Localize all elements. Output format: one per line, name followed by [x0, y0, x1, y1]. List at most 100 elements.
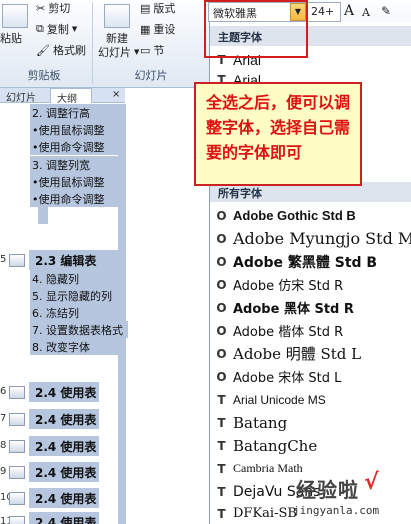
tab-slides[interactable]: 幻灯片 [0, 88, 42, 104]
font-option-label: Arial Unicode MS [233, 392, 326, 407]
opentype-icon: O [216, 231, 227, 246]
new-slide-label-2: 幻灯片 [98, 46, 131, 59]
slide-title[interactable]: 2.4 使用表 [29, 488, 99, 508]
outline-line[interactable]: •使用鼠标调整 [30, 173, 122, 190]
outline-line[interactable]: •使用命令调整 [30, 190, 122, 207]
section-icon: ▭ [140, 43, 151, 57]
slide-title[interactable]: 2.4 使用表 [29, 512, 99, 524]
outline-line[interactable]: 2. 调整行高 [30, 104, 122, 121]
font-name-dropdown-arrow[interactable]: ▼ [290, 3, 306, 21]
font-option-label: Adobe 仿宋 Std R [233, 279, 344, 294]
slide-icon[interactable] [9, 516, 25, 524]
section-button[interactable]: ▭ 节 [140, 42, 164, 58]
layout-button[interactable]: ▤ 版式 [140, 0, 175, 16]
chevron-down-icon: ▼ [134, 48, 140, 56]
grow-font-icon: A [344, 3, 355, 19]
slide-title[interactable]: 2.3 编辑表 [29, 250, 119, 270]
outline-pane[interactable]: 2. 调整行高 •使用鼠标调整 •使用命令调整 3. 调整列宽 •使用鼠标调整 … [0, 104, 209, 524]
slide-icon[interactable] [9, 413, 25, 426]
outline-line[interactable]: 4. 隐藏列 [30, 270, 122, 287]
callout-text: 全选之后，便可以调整字体，选择自己需要的字体即可 [206, 93, 351, 162]
outline-line[interactable]: 5. 显示隐藏的列 [30, 287, 122, 304]
font-option[interactable]: O Adobe 仿宋 Std R [214, 273, 411, 296]
font-option[interactable]: O Adobe 黑体 Std R [214, 296, 411, 319]
format-painter-button[interactable]: 🖌 格式刷 [36, 42, 86, 58]
divider [92, 2, 93, 84]
slide-title[interactable]: 2.4 使用表 [29, 436, 99, 456]
grow-font-button[interactable]: A [344, 3, 354, 19]
outline-line[interactable]: 3. 调整列宽 [30, 156, 122, 173]
truetype-icon: T [217, 415, 226, 430]
font-option-label: Adobe 明體 Std L [233, 345, 362, 363]
powerpoint-window: 粘贴 ✂ 剪切 ⧉ 复制 ▼ 🖌 格式刷 剪贴板 新建 幻灯片 ▼ ▤ 版式 ▦ … [0, 0, 411, 524]
paste-icon[interactable] [2, 4, 28, 28]
checkmark-icon: √ [364, 470, 379, 495]
font-name-value: 微软雅黑 [213, 7, 257, 20]
font-option-label: Adobe 楷体 Std R [233, 325, 344, 340]
opentype-icon: O [216, 323, 227, 338]
outline-line[interactable]: 7. 设置数据表格式 [30, 321, 128, 338]
slide-icon[interactable] [9, 254, 25, 267]
font-option[interactable]: O Adobe 明體 Std L [214, 342, 411, 365]
copy-label: 复制 [46, 23, 69, 36]
slide-icon[interactable] [9, 466, 25, 479]
font-option[interactable]: O Adobe 楷体 Std R [214, 319, 411, 342]
tab-outline[interactable]: 大纲 [50, 88, 92, 105]
font-size-value: 24+ [311, 5, 335, 18]
opentype-icon: O [216, 300, 227, 315]
shrink-font-button[interactable]: A [362, 6, 370, 19]
font-option-label: Arial [233, 51, 262, 68]
slide-number: 11 [0, 516, 13, 524]
opentype-icon: O [216, 254, 227, 269]
font-option-label: Adobe 繁黑體 Std B [233, 254, 378, 271]
section-label: 节 [153, 44, 165, 57]
font-option-label: Adobe 宋体 Std L [233, 371, 342, 386]
slide-title[interactable]: 2.4 使用表 [29, 462, 99, 482]
close-icon[interactable]: × [112, 89, 120, 100]
font-option[interactable]: T Arial Unicode MS [214, 388, 411, 411]
shrink-font-icon: A [362, 6, 370, 19]
opentype-icon: O [216, 369, 227, 384]
slide-number: 7 [0, 413, 7, 424]
new-slide-button-line2[interactable]: 幻灯片 ▼ [98, 44, 139, 60]
truetype-icon: T [217, 392, 226, 407]
slide-number: 8 [0, 440, 7, 451]
slide-number: 10 [0, 492, 13, 503]
cut-label: 剪切 [48, 2, 71, 15]
slides-group-label: 幻灯片 [134, 69, 168, 82]
font-option-label: Adobe Gothic Std B [233, 208, 356, 223]
copy-button[interactable]: ⧉ 复制 ▼ [36, 21, 77, 37]
instruction-callout: 全选之后，便可以调整字体，选择自己需要的字体即可 [194, 82, 362, 186]
slide-title[interactable]: 2.4 使用表 [29, 409, 99, 429]
new-slide-icon[interactable] [104, 4, 130, 28]
font-option[interactable]: O Adobe 繁黑體 Std B [214, 250, 411, 273]
reset-button[interactable]: ▦ 重设 [140, 21, 175, 37]
clear-format-button[interactable]: ✎ [381, 4, 391, 18]
font-option[interactable]: O Adobe Gothic Std B [214, 204, 411, 227]
font-option[interactable]: T BatangChe [214, 434, 411, 457]
font-option-label: Adobe Myungjo Std M [233, 229, 411, 248]
font-option[interactable]: O Adobe 宋体 Std L [214, 365, 411, 388]
watermark-brand: 经验啦 [296, 478, 359, 502]
outline-line[interactable]: •使用鼠标调整 [30, 121, 122, 138]
outline-line[interactable]: 8. 改变字体 [30, 338, 122, 355]
layout-icon: ▤ [140, 1, 151, 15]
font-option[interactable]: O Adobe Myungjo Std M [214, 227, 411, 250]
slide-icon[interactable] [9, 492, 25, 505]
outline-line[interactable]: •使用命令调整 [30, 138, 122, 155]
slide-icon[interactable] [9, 440, 25, 453]
font-option[interactable]: T Batang [214, 411, 411, 434]
truetype-icon: T [217, 506, 226, 521]
layout-label: 版式 [153, 2, 176, 15]
font-option-label: Cambria Math [233, 461, 303, 475]
format-painter-label: 格式刷 [52, 44, 86, 57]
slide-icon[interactable] [9, 386, 25, 399]
outline-line[interactable]: 6. 冻结列 [30, 304, 122, 321]
slide-title[interactable]: 2.4 使用表 [29, 382, 99, 402]
theme-fonts-header: 主题字体 [210, 26, 411, 46]
cut-button[interactable]: ✂ 剪切 [36, 0, 70, 16]
left-panel-tabs: 幻灯片 大纲 × [0, 88, 125, 105]
brush-icon: 🖌 [36, 43, 50, 57]
paste-button[interactable]: 粘贴 [0, 30, 22, 46]
font-size-input[interactable]: 24+ [307, 2, 341, 22]
